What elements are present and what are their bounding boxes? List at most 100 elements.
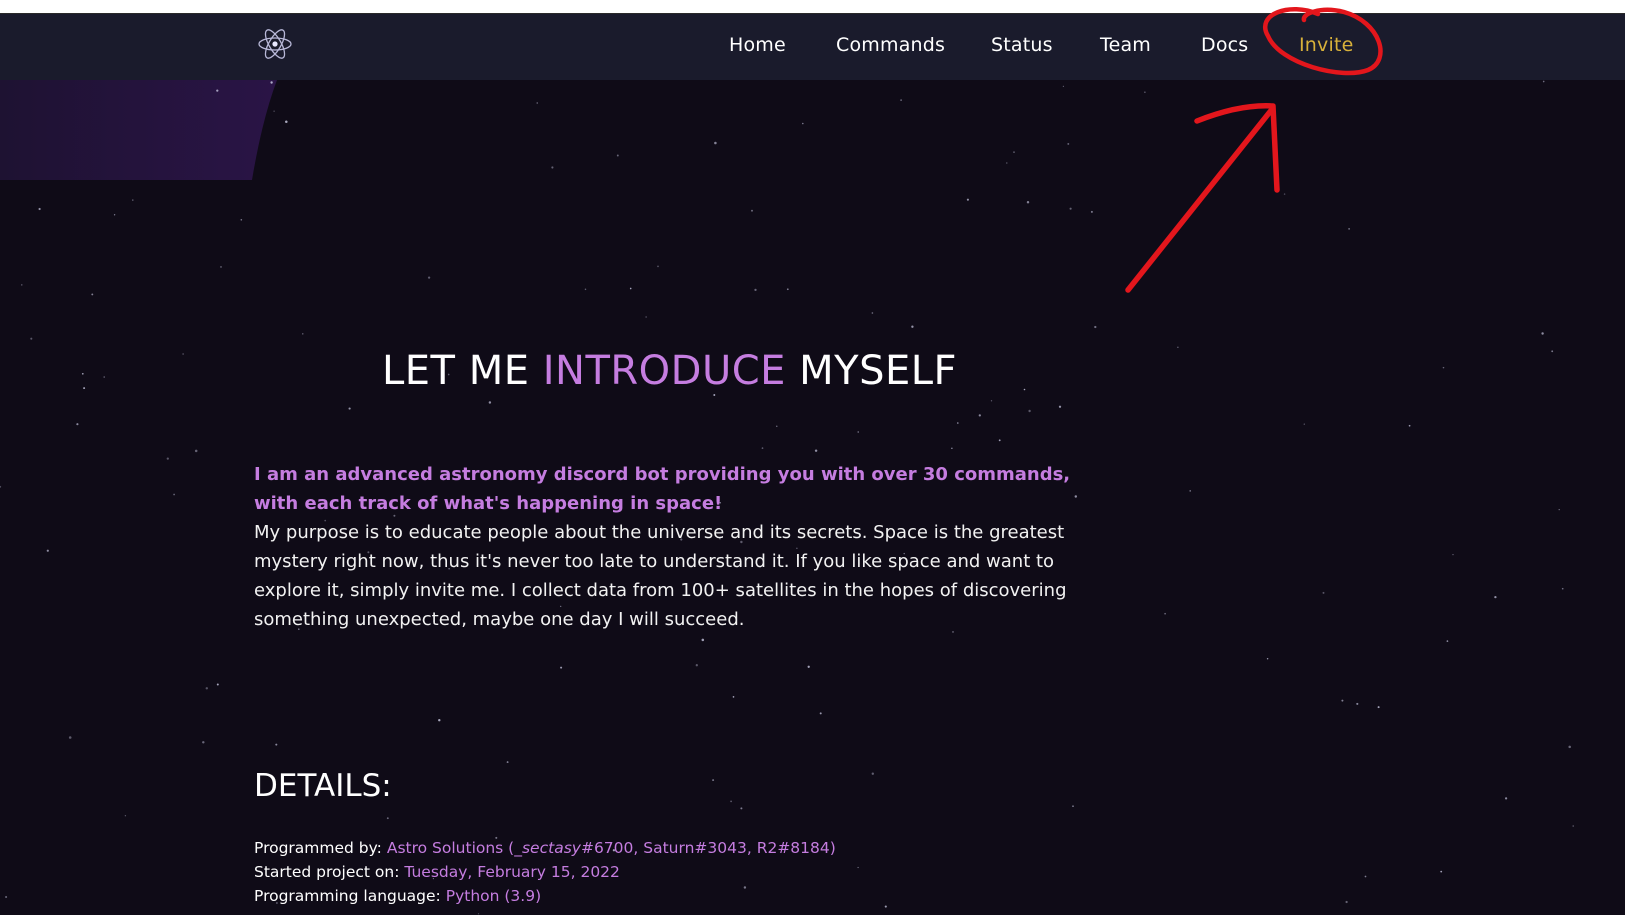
star (1345, 900, 1348, 904)
star (1094, 325, 1097, 329)
star (884, 905, 887, 908)
star (1356, 702, 1359, 705)
detail-value: Tuesday, February 15, 2022 (404, 863, 620, 881)
star (124, 815, 127, 817)
star (998, 439, 1001, 442)
star (1303, 423, 1305, 425)
intro-heading-accent: INTRODUCE (542, 348, 786, 394)
nav-invite-link[interactable]: Invite (1299, 34, 1354, 56)
star (1164, 612, 1166, 615)
details-heading: DETAILS: (254, 768, 392, 804)
star (776, 425, 778, 427)
star (1090, 210, 1093, 213)
star (1058, 405, 1062, 408)
detail-language: Programming language: Python (3.9) (254, 887, 541, 905)
star (1177, 346, 1179, 348)
star (1364, 875, 1367, 878)
star (1541, 332, 1544, 335)
star (751, 209, 753, 212)
star (1440, 870, 1443, 873)
star (1283, 193, 1286, 195)
star (386, 817, 389, 820)
star (551, 166, 554, 169)
star (712, 779, 715, 782)
star (270, 81, 273, 84)
nav-home-link[interactable]: Home (729, 34, 786, 56)
star (1062, 85, 1065, 88)
star (616, 154, 619, 157)
star (1026, 200, 1030, 204)
star (857, 431, 859, 433)
star (202, 741, 205, 744)
programmer-text: Astro Solutions ( (386, 839, 515, 857)
intro-description: My purpose is to educate people about th… (254, 522, 1067, 630)
star (1072, 805, 1074, 807)
detail-started-on: Started project on: Tuesday, February 15… (254, 863, 620, 881)
star (1322, 591, 1325, 594)
nav-team-link[interactable]: Team (1100, 34, 1151, 56)
star (1006, 162, 1008, 164)
star (113, 214, 116, 216)
star (216, 683, 219, 686)
nav-commands-link[interactable]: Commands (836, 34, 945, 56)
star (645, 316, 647, 318)
star (714, 141, 717, 145)
star (21, 284, 23, 286)
star (1341, 699, 1344, 702)
nav-docs-link[interactable]: Docs (1201, 34, 1248, 56)
star (1551, 350, 1554, 353)
star (1189, 490, 1191, 492)
star (273, 110, 275, 112)
star (900, 99, 902, 101)
star (488, 401, 492, 404)
star (427, 276, 431, 279)
star (1568, 745, 1571, 749)
star (730, 800, 733, 803)
star (857, 866, 859, 869)
star (560, 666, 563, 669)
star (951, 447, 953, 449)
star (30, 337, 33, 340)
star (1067, 142, 1070, 145)
star (1348, 228, 1350, 230)
star (220, 265, 222, 268)
star (46, 549, 49, 552)
star (275, 743, 278, 746)
star (182, 353, 184, 355)
star (216, 89, 219, 92)
star (68, 736, 72, 739)
star (957, 422, 959, 424)
detail-value: Astro Solutions (_sectasy#6700, Saturn#3… (387, 839, 836, 857)
star (1028, 409, 1031, 413)
detail-label: Programmed by: (254, 839, 387, 857)
star (103, 376, 105, 378)
star (911, 325, 914, 328)
star (1504, 797, 1508, 800)
intro-heading-part2: MYSELF (785, 348, 958, 394)
star (166, 457, 169, 460)
atom-icon[interactable] (257, 26, 293, 62)
star (802, 122, 804, 125)
star (477, 913, 480, 915)
star (205, 687, 208, 690)
detail-label: Started project on: (254, 863, 405, 881)
star (584, 288, 587, 291)
star (701, 638, 705, 642)
star (807, 665, 810, 668)
nav-status-link[interactable]: Status (991, 34, 1053, 56)
browser-top-strip (0, 0, 1625, 14)
star (761, 447, 764, 449)
star (1542, 80, 1545, 83)
star (786, 288, 789, 291)
star (978, 414, 981, 417)
star (629, 287, 632, 290)
star (5, 895, 8, 899)
star (871, 772, 874, 775)
star (743, 886, 747, 889)
star (713, 394, 716, 396)
star (1266, 657, 1269, 660)
star (1572, 825, 1574, 827)
star (194, 449, 198, 453)
star (695, 664, 698, 667)
star (1446, 640, 1449, 642)
